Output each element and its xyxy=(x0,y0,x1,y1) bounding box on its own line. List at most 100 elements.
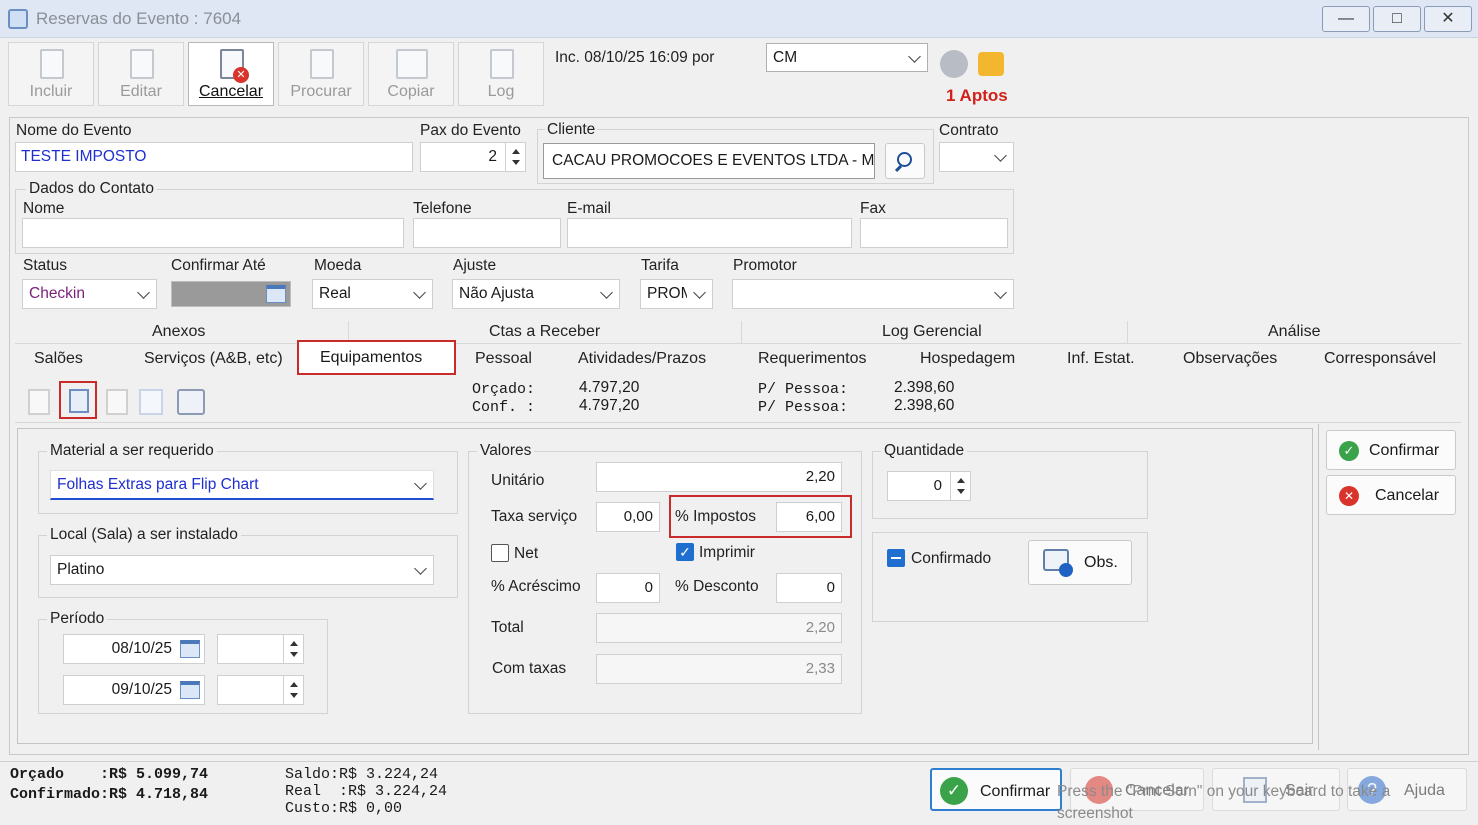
email-input[interactable] xyxy=(567,218,852,248)
title-bar: Reservas do Evento : 7604 — □ ✕ xyxy=(0,0,1478,38)
log-button[interactable]: Log xyxy=(458,42,544,106)
orcado-summary-value: 4.797,20 xyxy=(579,379,640,396)
status-label: Status xyxy=(23,257,67,274)
tab-requerimentos[interactable]: Requerimentos xyxy=(758,350,867,368)
periodo-inicio-time[interactable] xyxy=(217,634,304,664)
moeda-select[interactable]: Real xyxy=(312,279,433,309)
minimize-button[interactable]: — xyxy=(1322,6,1370,32)
tab-hospedagem[interactable]: Hospedagem xyxy=(920,350,1015,368)
footer-confirmar-button[interactable]: ✓ Confirmar xyxy=(930,768,1062,811)
chevron-down-icon xyxy=(693,286,706,299)
quantidade-input[interactable]: 0 xyxy=(887,471,971,501)
tab-anexos[interactable]: Anexos xyxy=(152,323,205,341)
user-transfer-icon[interactable] xyxy=(940,50,968,78)
promotor-label: Promotor xyxy=(733,257,797,274)
maximize-button[interactable]: □ xyxy=(1373,6,1421,32)
ajuste-select[interactable]: Não Ajusta xyxy=(452,279,620,309)
confirmado-label: Confirmado xyxy=(911,550,992,567)
quantidade-spinner[interactable] xyxy=(950,472,970,500)
calendar-icon[interactable] xyxy=(180,640,200,658)
chevron-down-icon xyxy=(908,50,921,63)
desconto-input[interactable]: 0 xyxy=(776,573,842,603)
impostos-label: % Impostos xyxy=(675,508,756,525)
periodo-fim-time[interactable] xyxy=(217,675,304,705)
obs-button[interactable]: Obs. xyxy=(1028,540,1132,585)
unitario-input[interactable]: 2,20 xyxy=(596,462,842,492)
material-select[interactable]: Folhas Extras para Flip Chart xyxy=(50,470,434,500)
tab-analise[interactable]: Análise xyxy=(1268,323,1320,341)
app-icon xyxy=(8,9,28,29)
tab-corresponsavel[interactable]: Corresponsável xyxy=(1324,350,1436,368)
contrato-label: Contrato xyxy=(939,122,999,139)
fax-input[interactable] xyxy=(860,218,1008,248)
tarifa-select[interactable]: PROM xyxy=(640,279,713,309)
ppessoa-value-2: 2.398,60 xyxy=(894,397,955,414)
add-item-icon[interactable] xyxy=(28,389,50,415)
telefone-input[interactable] xyxy=(413,218,561,248)
procurar-button[interactable]: Procurar xyxy=(278,42,364,106)
nome-evento-input[interactable]: TESTE IMPOSTO xyxy=(15,142,413,172)
conf-summary-label: Conf. : xyxy=(472,399,536,416)
promotor-select[interactable] xyxy=(732,279,1014,309)
chevron-down-icon xyxy=(600,286,613,299)
search-cliente-button[interactable] xyxy=(885,143,925,179)
quantidade-label: Quantidade xyxy=(881,442,968,460)
confirmar-ate-input[interactable] xyxy=(171,281,291,307)
copy-icon xyxy=(396,49,428,79)
lock-icon[interactable] xyxy=(978,52,1004,76)
tab-servicos[interactable]: Serviços (A&B, etc) xyxy=(144,350,283,368)
taxa-servico-input[interactable]: 0,00 xyxy=(596,502,660,532)
local-select[interactable]: Platino xyxy=(50,555,434,585)
tab-ctas-receber[interactable]: Ctas a Receber xyxy=(489,323,600,341)
acrescimo-input[interactable]: 0 xyxy=(596,573,660,603)
confirmado-checkbox[interactable] xyxy=(887,549,905,567)
calendar-icon[interactable] xyxy=(266,285,286,303)
tab-log-gerencial[interactable]: Log Gerencial xyxy=(882,323,982,341)
tab-saloes[interactable]: Salões xyxy=(34,350,83,368)
tab-atividades[interactable]: Atividades/Prazos xyxy=(578,350,706,368)
red-x-icon: ✕ xyxy=(233,67,249,83)
periodo-inicio-input[interactable]: 08/10/25 xyxy=(63,634,205,664)
user-select[interactable]: CM xyxy=(766,43,928,72)
desconto-label: % Desconto xyxy=(675,578,759,595)
print-item-icon[interactable] xyxy=(177,389,205,415)
tab-equipamentos[interactable]: Equipamentos xyxy=(297,340,456,375)
cancelar-side-button[interactable]: ✕ Cancelar xyxy=(1326,475,1456,515)
tab-inf-estat[interactable]: Inf. Estat. xyxy=(1067,350,1135,368)
imprimir-checkbox[interactable]: ✓ xyxy=(676,543,694,561)
ppessoa-label-2: P/ Pessoa: xyxy=(758,399,849,416)
tab-divider xyxy=(741,321,742,343)
contato-nome-input[interactable] xyxy=(22,218,404,248)
valores-label: Valores xyxy=(477,442,535,460)
tabs-top-row xyxy=(15,320,1461,344)
pax-spinner[interactable] xyxy=(505,143,525,171)
cliente-input[interactable]: CACAU PROMOCOES E EVENTOS LTDA - M xyxy=(543,143,875,179)
material-label: Material a ser requerido xyxy=(47,442,217,460)
status-select[interactable]: Checkin xyxy=(22,279,157,309)
tarifa-label: Tarifa xyxy=(641,257,679,274)
copiar-button[interactable]: Copiar xyxy=(368,42,454,106)
incluir-button[interactable]: Incluir xyxy=(8,42,94,106)
pax-input[interactable]: 2 xyxy=(420,142,526,172)
tab-pessoal[interactable]: Pessoal xyxy=(475,350,532,368)
footer-saldo: Saldo:R$ 3.224,24 xyxy=(285,766,439,783)
copy-item-icon[interactable] xyxy=(139,389,163,415)
edit-item-button[interactable] xyxy=(59,381,97,419)
contrato-select[interactable] xyxy=(939,142,1014,172)
chevron-down-icon xyxy=(137,286,150,299)
time-spinner[interactable] xyxy=(283,676,303,704)
confirmar-side-button[interactable]: ✓ Confirmar xyxy=(1326,430,1456,470)
time-spinner[interactable] xyxy=(283,635,303,663)
delete-item-icon[interactable] xyxy=(106,389,128,415)
editar-button[interactable]: Editar xyxy=(98,42,184,106)
net-checkbox[interactable] xyxy=(491,544,509,562)
calendar-icon[interactable] xyxy=(180,681,200,699)
cancelar-toolbar-button[interactable]: ✕ Cancelar xyxy=(188,42,274,106)
fax-label: Fax xyxy=(860,200,886,217)
info-badge xyxy=(1059,563,1073,577)
impostos-input[interactable]: 6,00 xyxy=(776,502,842,532)
periodo-fim-input[interactable]: 09/10/25 xyxy=(63,675,205,705)
tab-observacoes[interactable]: Observações xyxy=(1183,350,1277,368)
footer-separator xyxy=(0,761,1478,762)
close-button[interactable]: ✕ xyxy=(1424,6,1472,32)
